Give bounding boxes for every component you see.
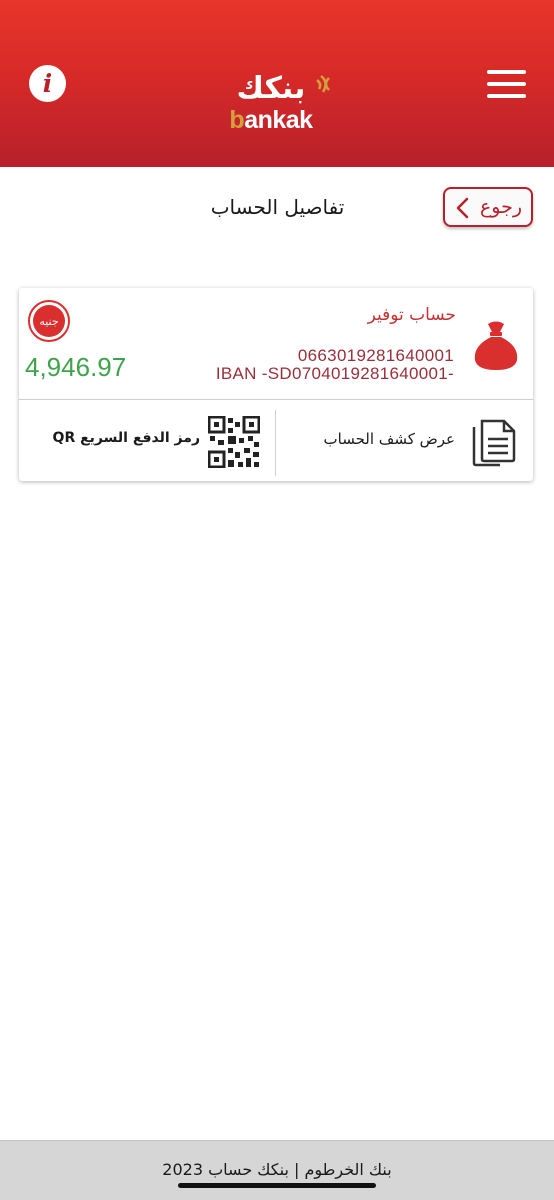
back-button-label: رجوع — [479, 196, 523, 218]
hamburger-menu-icon — [487, 70, 526, 74]
page-title: تفاصيل الحساب — [210, 195, 345, 219]
app-header: i بنكك bankak — [0, 0, 554, 167]
qr-payment-label: رمز الدفع السريع QR — [52, 430, 200, 446]
account-number: 0663019281640001 — [297, 346, 454, 365]
view-statement-button[interactable]: عرض كشف الحساب — [276, 400, 533, 481]
view-statement-label: عرض كشف الحساب — [323, 430, 455, 448]
chevron-left-icon — [456, 197, 469, 219]
currency-badge-label: جنيه — [33, 305, 65, 337]
menu-button[interactable] — [487, 70, 526, 98]
documents-icon — [472, 419, 516, 467]
footer: 2023 بنك الخرطوم | بنكك حساب — [0, 1140, 554, 1200]
logo-english-text: bankak — [229, 106, 313, 134]
back-button[interactable]: رجوع — [443, 187, 533, 227]
account-balance: 4,946.97 — [25, 352, 127, 382]
qr-payment-button[interactable]: رمز الدفع السريع QR — [19, 400, 275, 481]
account-card: جنيه 4,946.97 حساب توفير 066301928164000… — [19, 288, 533, 481]
home-indicator[interactable] — [178, 1183, 376, 1188]
account-iban: IBAN -SD0704019281640001- — [215, 364, 454, 383]
currency-badge: جنيه — [28, 300, 70, 342]
info-button[interactable]: i — [29, 65, 66, 102]
bankak-logo: بنكك bankak — [225, 72, 335, 134]
money-bag-icon — [474, 321, 518, 370]
footer-text: 2023 بنك الخرطوم | بنكك حساب — [162, 1160, 392, 1179]
qr-code-icon — [208, 416, 260, 468]
account-name: حساب توفير — [367, 305, 456, 325]
signal-icon — [316, 75, 330, 93]
info-icon: i — [42, 69, 53, 98]
logo-arabic-text: بنكك — [236, 71, 306, 106]
